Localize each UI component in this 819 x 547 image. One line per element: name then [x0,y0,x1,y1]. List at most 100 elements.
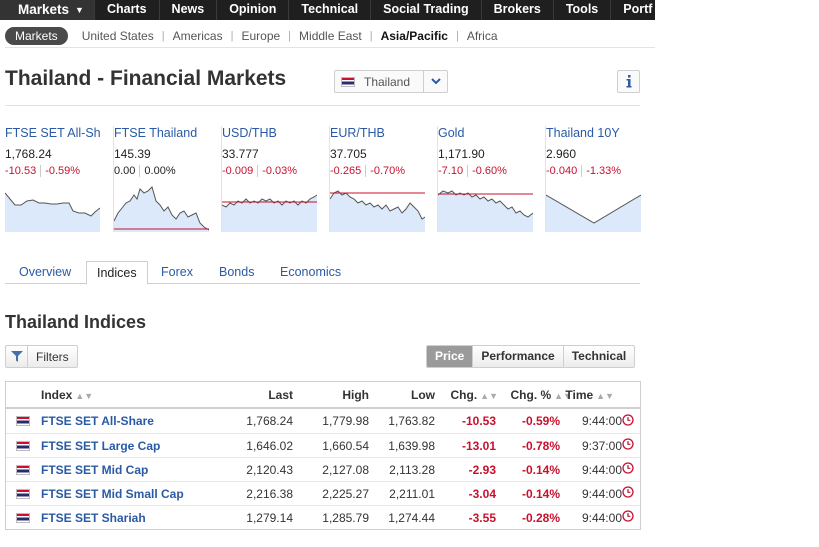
tile-price: 2.960 [546,147,577,161]
col-index-label: Index [41,387,73,402]
table-row[interactable]: FTSE SET Large Cap 1,646.02 1,660.54 1,6… [6,433,640,457]
tile-name[interactable]: FTSE Thailand [114,126,208,142]
filters-button[interactable]: Filters [5,345,78,368]
region-asia-pacific[interactable]: Asia/Pacific [381,29,448,43]
tab-overview[interactable]: Overview [9,261,81,284]
table-row[interactable]: FTSE SET Mid Small Cap 2,216.38 2,225.27… [6,481,640,505]
info-button[interactable] [617,70,640,93]
tile-price: 33.777 [222,147,259,161]
sparkline-chart[interactable] [546,183,641,232]
filter-icon [6,346,28,367]
chevron-down-icon: ▼ [75,5,84,15]
thailand-flag-icon [16,512,30,523]
quote-tile[interactable]: USD/THB 33.777 -0.009 -0.03% [221,126,317,232]
tile-name[interactable]: FTSE SET All-Sha [5,126,100,142]
quote-tile[interactable]: Gold 1,171.90 -7.10 -0.60% [437,126,533,232]
nav-news[interactable]: News [160,0,218,20]
table-row[interactable]: FTSE SET All-Share 1,768.24 1,779.98 1,7… [6,409,640,433]
tile-change-percent: -0.03% [262,165,298,177]
section-tabs: Overview Indices Forex Bonds Economics [5,261,640,285]
clock-icon [622,438,634,453]
index-name-link[interactable]: FTSE SET Large Cap [41,439,160,453]
cell-time: 9:44:00 [581,486,622,501]
sparkline-chart[interactable] [438,183,533,232]
quote-tile[interactable]: FTSE Thailand 145.39 0.00 0.00% [113,126,209,232]
cell-high: 1,779.98 [322,414,369,428]
separator: | [230,29,234,42]
tab-forex[interactable]: Forex [151,261,203,284]
nav-opinion[interactable]: Opinion [217,0,290,20]
thailand-flag-icon [341,76,355,87]
separator: | [288,29,292,42]
tab-indices[interactable]: Indices [86,261,148,285]
cell-low: 1,639.98 [388,438,435,453]
sparkline-chart[interactable] [114,183,209,232]
cell-chg-percent: -0.78% [521,438,560,453]
tile-name[interactable]: EUR/THB [330,126,424,142]
view-toggle: Price Performance Technical [426,345,636,368]
tile-name[interactable]: USD/THB [222,126,316,142]
nav-brokers[interactable]: Brokers [482,0,554,20]
tile-name[interactable]: Thailand 10Y [546,126,640,142]
cell-chg: -2.93 [468,462,496,477]
index-name-link[interactable]: FTSE SET Mid Cap [41,463,148,477]
quote-tile[interactable]: FTSE SET All-Sha 1,768.24 -10.53 -0.59% [5,126,100,232]
cell-chg: -3.04 [468,486,496,501]
col-low-header: Low [411,387,435,402]
tab-economics[interactable]: Economics [270,261,351,284]
region-united-states[interactable]: United States [82,29,154,43]
chevron-down-icon[interactable] [423,71,447,92]
nav-charts[interactable]: Charts [95,0,160,20]
index-name-link[interactable]: FTSE SET All-Share [41,414,154,428]
view-performance[interactable]: Performance [472,346,563,367]
tab-bonds[interactable]: Bonds [209,261,264,284]
region-subnav: Markets United States | Americas | Europ… [5,24,655,48]
quote-tile[interactable]: Thailand 10Y 2.960 -0.040 -1.33% [545,126,641,232]
cell-low: 1,274.44 [388,510,435,525]
cell-last: 1,279.14 [246,510,293,525]
tile-price: 37.705 [330,147,367,161]
tile-name[interactable]: Gold [438,126,532,142]
cell-low: 2,211.01 [389,486,435,501]
region-africa[interactable]: Africa [467,29,498,43]
sparkline-chart[interactable] [330,183,425,232]
country-select[interactable]: Thailand [334,70,448,93]
cell-high: 1,660.54 [322,438,369,453]
tile-price: 1,171.90 [438,147,485,161]
sort-icon: ▲▼ [596,390,614,401]
cell-high: 2,127.08 [322,462,369,477]
cell-chg-percent: -0.14% [521,486,560,501]
nav-portfolio[interactable]: Portf [611,0,655,20]
table-row[interactable]: FTSE SET Shariah 1,279.14 1,285.79 1,274… [6,505,640,529]
region-middle-east[interactable]: Middle East [299,29,362,43]
clock-icon [622,486,634,501]
col-time-header[interactable]: Time ▲▼ [565,388,614,402]
nav-tools[interactable]: Tools [554,0,612,20]
col-pct-label: Chg. % [510,387,552,402]
sparkline-chart[interactable] [5,183,100,232]
region-europe[interactable]: Europe [241,29,280,43]
tile-change-percent: -0.70% [370,165,406,177]
nav-social-trading[interactable]: Social Trading [371,0,482,20]
markets-pill[interactable]: Markets [5,26,68,45]
nav-markets-label: Markets [18,2,70,17]
indices-table: Index ▲▼ Last High Low Chg. ▲▼ Chg. % ▲▼ Ti… [5,381,641,530]
nav-markets[interactable]: Markets ▼ [0,0,95,20]
cell-high: 2,225.27 [322,486,369,501]
col-time-label: Time [565,387,594,402]
tile-change: -0.040 [546,165,583,177]
table-row[interactable]: FTSE SET Mid Cap 2,120.43 2,127.08 2,113… [6,457,640,481]
nav-technical[interactable]: Technical [289,0,372,20]
quote-tile[interactable]: EUR/THB 37.705 -0.265 -0.70% [329,126,425,232]
col-index-header[interactable]: Index ▲▼ [41,388,93,402]
region-americas[interactable]: Americas [173,29,223,43]
tile-change: -10.53 [5,165,42,177]
index-name-link[interactable]: FTSE SET Mid Small Cap [41,487,184,501]
col-pct-header[interactable]: Chg. % ▲▼ [511,388,573,402]
col-chg-header[interactable]: Chg. ▲▼ [451,388,499,402]
view-price[interactable]: Price [427,346,473,367]
info-icon [626,75,631,88]
view-technical[interactable]: Technical [562,346,635,367]
sparkline-chart[interactable] [222,183,317,232]
index-name-link[interactable]: FTSE SET Shariah [41,511,146,525]
